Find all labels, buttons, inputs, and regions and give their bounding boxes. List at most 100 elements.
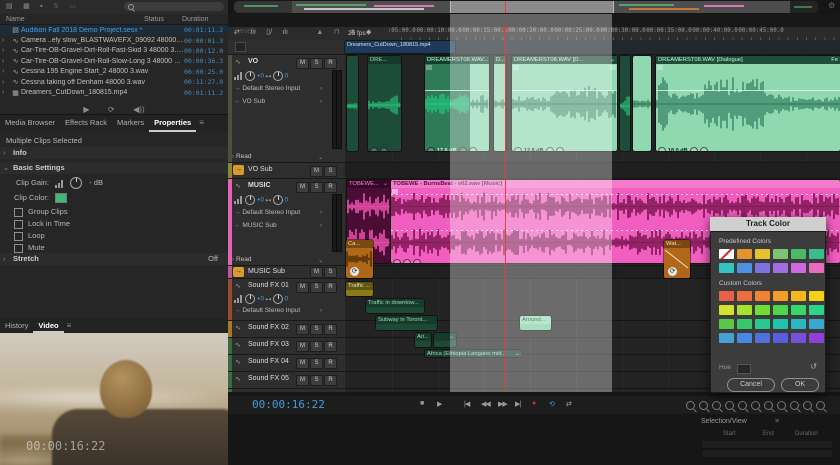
audio-clip[interactable]: DREAMERST08.WAV...⌄ 17.6 dB	[425, 56, 489, 151]
panel-menu-icon[interactable]: ≡	[196, 115, 204, 132]
track-color-strip[interactable]	[228, 179, 232, 265]
automation-mode-selector[interactable]: › Read⌄	[232, 256, 252, 263]
tab-media-browser[interactable]: Media Browser	[0, 115, 60, 132]
hue-value-input[interactable]	[737, 364, 751, 374]
zoom-to-in-point-icon[interactable]	[764, 401, 773, 410]
track-header-fx2[interactable]: ∿ Sound FX 02 M S R	[228, 321, 345, 338]
file-row[interactable]: ›∿Cessna 195 Engine Start_2 48000 3.wav0…	[0, 67, 228, 77]
expand-chevron-icon[interactable]: ›	[0, 68, 10, 75]
file-row[interactable]: ▤Audition Fall 2018 Demo Project.sesx *0…	[0, 25, 228, 35]
volume-envelope[interactable]	[391, 194, 840, 195]
checkbox-lock-in-time[interactable]	[14, 220, 23, 229]
expand-chevron-icon[interactable]: ›	[0, 89, 10, 96]
arm-record-button[interactable]: R	[324, 282, 337, 293]
color-swatch[interactable]	[773, 249, 788, 259]
volume-envelope[interactable]	[425, 90, 489, 91]
column-status[interactable]: Status	[144, 16, 182, 23]
arm-record-button[interactable]: R	[324, 182, 337, 193]
zoom-out-amplitude-icon[interactable]	[738, 401, 747, 410]
navigator-viewport[interactable]	[450, 1, 614, 13]
zoom-reset-icon[interactable]	[790, 401, 799, 410]
color-swatch[interactable]	[809, 291, 824, 301]
solo-button[interactable]: S	[324, 267, 337, 278]
timeline-navigator[interactable]	[234, 1, 818, 13]
pan-knob[interactable]	[273, 195, 283, 205]
mixer-icon[interactable]: ılı	[282, 27, 287, 39]
mute-button[interactable]: M	[310, 267, 323, 278]
fx-clip[interactable]: Subway in Toront...⌄	[376, 316, 437, 330]
color-swatch[interactable]	[719, 333, 734, 343]
track-header-music-sub[interactable]: → MUSIC Sub M S	[228, 266, 345, 279]
color-swatch[interactable]	[791, 249, 806, 259]
volume-knob[interactable]	[245, 195, 255, 205]
track-color-strip[interactable]	[228, 55, 232, 162]
track-color-strip[interactable]	[228, 163, 232, 178]
track-header-fx5[interactable]: ∿ Sound FX 05 M S R	[228, 372, 345, 389]
video-clip[interactable]: Dreamers_CutDown_180815.mp4	[345, 41, 455, 53]
stop-button[interactable]: ■	[420, 400, 423, 407]
fade-out-handle[interactable]	[610, 65, 616, 70]
color-swatch[interactable]	[773, 305, 788, 315]
skip-to-start-button[interactable]: |◀	[464, 400, 469, 408]
color-swatch[interactable]	[737, 333, 752, 343]
input-selector[interactable]: Default Stereo Input	[242, 307, 300, 314]
solo-button[interactable]: S	[310, 375, 323, 386]
cancel-button[interactable]: Cancel	[727, 378, 775, 392]
auto-play-speaker-icon[interactable]: ◀))	[133, 105, 144, 114]
video-monitor-icon[interactable]	[235, 42, 246, 52]
fx-clip[interactable]: Africa (Ethiopia Langano mid...⌄	[425, 350, 522, 357]
panel-menu-icon[interactable]: ≡	[64, 318, 72, 333]
clip-gain-knob[interactable]	[427, 147, 435, 151]
color-swatch[interactable]	[737, 249, 752, 259]
track-header-vo-sub[interactable]: → VO Sub M S	[228, 163, 345, 179]
solo-button[interactable]: S	[324, 166, 337, 177]
automation-mode-selector[interactable]: › Read⌄	[232, 153, 252, 160]
zoom-in-time-icon[interactable]	[699, 401, 708, 410]
arm-record-button[interactable]: R	[324, 58, 337, 69]
color-swatch[interactable]	[809, 333, 824, 343]
track-header-vo[interactable]: ∿ VO M S R +0 ▸◂ 0 → Default Stereo Inpu…	[228, 55, 345, 163]
track-color-strip[interactable]	[228, 266, 232, 278]
playhead[interactable]	[505, 27, 506, 392]
expand-chevron-icon[interactable]: ›	[0, 79, 10, 86]
pan-knob[interactable]	[273, 294, 283, 304]
solo-button[interactable]: S	[310, 358, 323, 369]
loop-playback-button[interactable]: ⟲	[549, 400, 554, 408]
zoom-in-amplitude-icon[interactable]	[725, 401, 734, 410]
color-swatch[interactable]	[773, 291, 788, 301]
column-name[interactable]: Name	[0, 16, 144, 23]
marker-icon[interactable]: ◆	[366, 27, 371, 39]
snap-icon[interactable]: ⊓	[334, 27, 339, 39]
razor-tool-icon[interactable]: ▯/	[266, 27, 272, 39]
color-swatch[interactable]	[719, 319, 734, 329]
arm-record-button[interactable]: R	[324, 324, 337, 335]
record-button[interactable]: ●	[532, 400, 535, 407]
vo-sub-lane[interactable]	[345, 163, 840, 179]
expand-chevron-icon[interactable]: ›	[0, 47, 10, 54]
color-swatch[interactable]	[773, 319, 788, 329]
volume-knob[interactable]	[245, 71, 255, 81]
color-swatch[interactable]	[809, 319, 824, 329]
track-color-strip[interactable]	[228, 279, 232, 320]
column-duration[interactable]: Duration	[182, 16, 228, 23]
expand-chevron-icon[interactable]: ›	[0, 37, 10, 44]
color-swatch[interactable]	[755, 305, 770, 315]
output-selector[interactable]: MUSIC Sub	[242, 222, 276, 229]
color-swatch[interactable]	[809, 263, 824, 273]
audio-clip[interactable]	[620, 56, 630, 151]
audio-clip[interactable]: DREAMERST08.WAV [Dialogue] Fe 18.0 dB	[656, 56, 840, 151]
mute-button[interactable]: M	[296, 182, 309, 193]
current-time-display[interactable]: 00:00:16:22	[252, 398, 325, 411]
no-color-swatch[interactable]	[719, 249, 734, 259]
color-swatch[interactable]	[737, 291, 752, 301]
input-selector[interactable]: Default Stereo Input	[242, 209, 300, 216]
file-row[interactable]: ›∿Camera ..ely slow_BLASTWAVEFX_09092 48…	[0, 35, 228, 45]
new-item-icon[interactable]: ▪	[40, 0, 42, 13]
color-swatch[interactable]	[755, 249, 770, 259]
search-input[interactable]	[124, 2, 224, 11]
clip-gain-knob[interactable]	[658, 147, 666, 151]
tab-history[interactable]: History	[0, 318, 33, 333]
file-row[interactable]: ›∿Car-Tire-OB-Gravel-Dirt-Roll-Fast-Skid…	[0, 46, 228, 56]
play-button[interactable]: ▶	[437, 400, 441, 408]
link-media-icon[interactable]: ⇅	[53, 0, 59, 13]
